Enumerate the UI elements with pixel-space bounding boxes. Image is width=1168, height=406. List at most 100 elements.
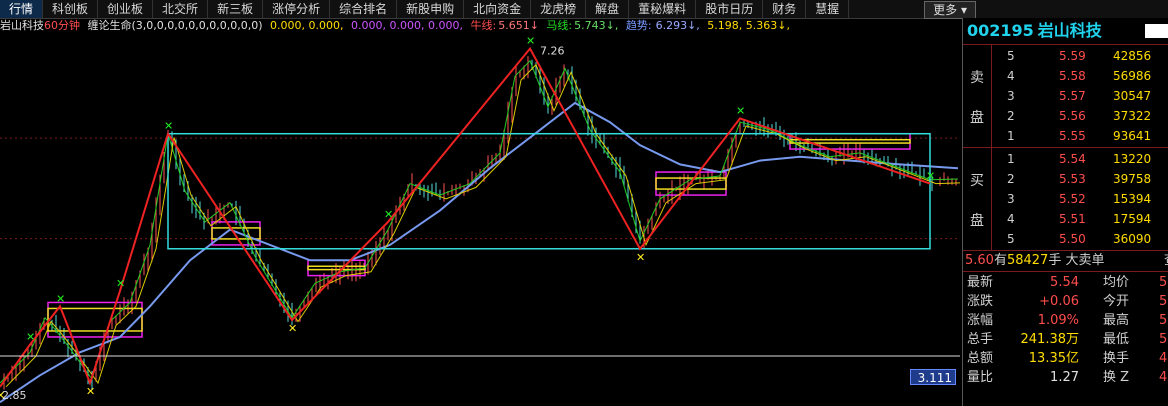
buy-row-5[interactable]: 5 5.50 36090 <box>993 229 1168 249</box>
indicator-info-line: 岩山科技60分钟 缠论生命(3,0,0,0,0,0,0,0,0,0,0,0) 0… <box>0 18 960 34</box>
menu-item-3[interactable]: 北交所 <box>153 0 209 18</box>
sell-price: 5.57 <box>1059 89 1086 103</box>
buy-price: 5.54 <box>1059 152 1086 166</box>
stock-code: 002195 <box>967 21 1034 40</box>
sell-signal-icon: ✕ <box>736 104 745 117</box>
candlestick-chart[interactable]: ✕✕✕✕✕✕✕✕✕✕✕✕ 7.26 2.85 <box>0 34 960 406</box>
stat-value: 5.54 <box>1050 275 1079 290</box>
menu-item-9[interactable]: 龙虎榜 <box>531 0 587 18</box>
info-stock-name: 岩山科技 <box>0 19 44 32</box>
sell-signal-icon: ✕ <box>26 331 35 344</box>
info-tail-values: 5.198, 5.363↓, <box>707 19 790 32</box>
buy-volume: 36090 <box>1113 232 1152 246</box>
sell-volume: 37322 <box>1113 109 1152 123</box>
info-niu-label: 牛线: <box>470 19 497 32</box>
stat-row-0: 最新 5.54 均价 5 <box>963 274 1168 292</box>
stat-label-2: 最低 <box>1103 332 1130 347</box>
query-link[interactable]: 查 <box>1164 251 1168 271</box>
more-menu-button[interactable]: 更多 ▾ <box>924 1 976 19</box>
stat-label: 涨跌 <box>967 294 994 309</box>
sell-row-5[interactable]: 5 5.59 42856 <box>993 46 1168 66</box>
menu-item-7[interactable]: 新股申购 <box>397 0 465 18</box>
sell-row-4[interactable]: 4 5.58 56986 <box>993 66 1168 86</box>
menu-item-2[interactable]: 创业板 <box>98 0 154 18</box>
pivot-box <box>211 221 261 246</box>
buy-volume: 17594 <box>1113 212 1152 226</box>
sell-volume: 93641 <box>1113 129 1152 143</box>
info-niu-value: 5.651↓ <box>498 19 539 32</box>
menu-item-11[interactable]: 董秘爆料 <box>629 0 697 18</box>
info-period[interactable]: 60分钟 <box>44 19 80 32</box>
sell-row-1[interactable]: 15.5593641+6 <box>993 126 1168 146</box>
menu-item-13[interactable]: 财务 <box>763 0 807 18</box>
menu-item-0[interactable]: 行情 <box>0 0 44 18</box>
menu-item-12[interactable]: 股市日历 <box>696 0 764 18</box>
info-indicator[interactable]: 缠论生命(3,0,0,0,0,0,0,0,0,0,0,0) <box>88 19 263 32</box>
stat-label: 总额 <box>967 351 994 366</box>
stat-value-2: 5 <box>1159 332 1168 347</box>
last-trade-volume: 58427 <box>1006 253 1049 268</box>
menu-item-8[interactable]: 北向资金 <box>464 0 532 18</box>
sell-signal-icon: ✕ <box>164 120 173 133</box>
quote-panel: 002195 岩山科技 卖 盘 5 5.59 42856 4 5.58 56986 3 5.57… <box>962 18 1168 406</box>
last-trade-row[interactable]: 5.60有58427手 大卖单 查 <box>963 251 1168 272</box>
stat-value-2: 4.7 <box>1159 370 1168 385</box>
buy-signal-icon: ✕ <box>636 251 645 264</box>
sell-price: 5.55 <box>1059 129 1086 143</box>
stat-label-2: 换 Z <box>1103 370 1130 385</box>
sell-level: 3 <box>1007 89 1015 103</box>
buy-volume: 15394 <box>1113 192 1152 206</box>
stat-value: 241.38万 <box>1020 332 1080 347</box>
stat-value: 13.35亿 <box>1028 351 1079 366</box>
stat-value-2: 5 <box>1159 275 1168 290</box>
info-values-purple: 0.000, 0.000, 0.000, <box>351 19 463 32</box>
stat-label-2: 最高 <box>1103 313 1130 328</box>
stat-row-3: 总手 241.38万 最低 5 <box>963 331 1168 349</box>
buy-price: 5.53 <box>1059 172 1086 186</box>
last-trade-price: 5.60 <box>965 253 994 268</box>
buy-row-4[interactable]: 4 5.51 17594 <box>993 209 1168 229</box>
buy-label: 买 盘 <box>963 148 992 250</box>
menu-item-1[interactable]: 科创板 <box>43 0 99 18</box>
info-ma-value: 5.743↓, <box>574 19 619 32</box>
stat-label-2: 今开 <box>1103 294 1130 309</box>
stat-label: 最新 <box>967 275 994 290</box>
buy-signal-icon: ✕ <box>288 322 297 335</box>
buy-row-1[interactable]: 1 5.54 13220 <box>993 149 1168 169</box>
stat-label: 涨幅 <box>967 313 994 328</box>
panel-tag-icon[interactable] <box>1145 24 1168 38</box>
stat-value: 1.27 <box>1050 370 1079 385</box>
stat-label: 总手 <box>967 332 994 347</box>
stat-value: 1.09% <box>1037 313 1079 328</box>
buy-level: 4 <box>1007 212 1015 226</box>
menu-item-5[interactable]: 涨停分析 <box>263 0 331 18</box>
zigzag-line <box>0 46 931 388</box>
high-price-label: 7.26 <box>540 45 565 58</box>
buy-row-3[interactable]: 3 5.52 15394 <box>993 189 1168 209</box>
sell-price: 5.58 <box>1059 69 1086 83</box>
menu-item-10[interactable]: 解盘 <box>586 0 630 18</box>
sell-level: 2 <box>1007 109 1015 123</box>
buy-level: 2 <box>1007 172 1015 186</box>
sell-row-2[interactable]: 2 5.56 37322 <box>993 106 1168 126</box>
stat-row-1: 涨跌 +0.06 今开 5 <box>963 293 1168 311</box>
stat-label-2: 均价 <box>1103 275 1130 290</box>
sell-level: 1 <box>1007 129 1015 143</box>
sell-row-3[interactable]: 3 5.57 30547 <box>993 86 1168 106</box>
info-values-white: 0.000, 0.000, <box>270 19 344 32</box>
buy-price: 5.51 <box>1059 212 1086 226</box>
trend-line <box>0 101 959 404</box>
sell-volume: 30547 <box>1113 89 1152 103</box>
info-ma-label: 马线: <box>546 19 573 32</box>
stat-value-2: 4.3 <box>1159 351 1168 366</box>
buy-volume: 13220 <box>1113 152 1152 166</box>
sell-price: 5.59 <box>1059 49 1086 63</box>
buy-row-2[interactable]: 2 5.53 39758 <box>993 169 1168 189</box>
buy-price: 5.52 <box>1059 192 1086 206</box>
menu-item-6[interactable]: 综合排名 <box>330 0 398 18</box>
sell-signal-icon: ✕ <box>56 292 65 305</box>
stat-value: +0.06 <box>1039 294 1079 309</box>
buy-level: 3 <box>1007 192 1015 206</box>
menu-item-14[interactable]: 慧握 <box>806 0 850 18</box>
menu-item-4[interactable]: 新三板 <box>208 0 264 18</box>
